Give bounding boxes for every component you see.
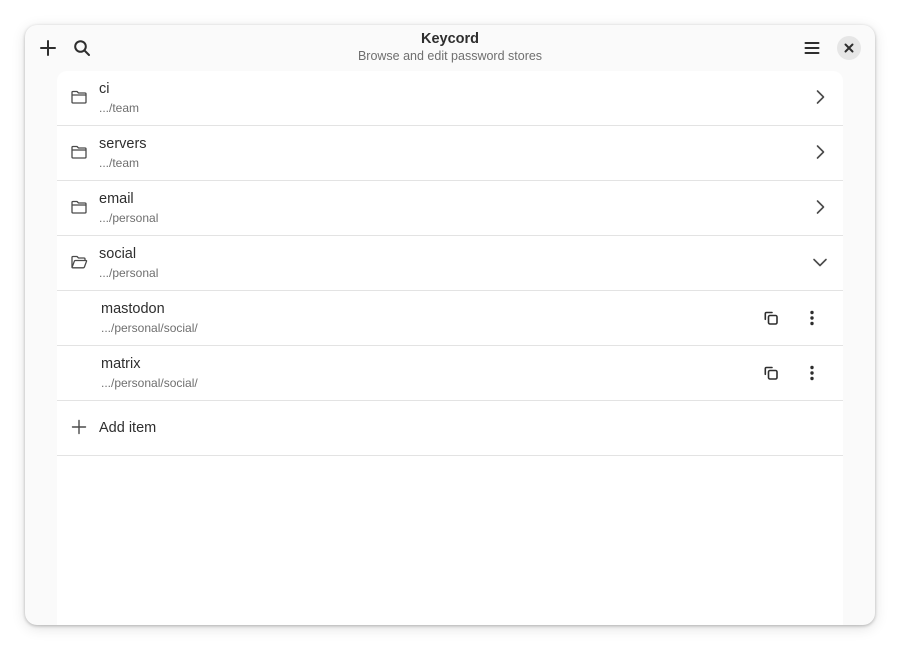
folder-label: servers	[99, 136, 147, 152]
folder-path: .../team	[99, 156, 140, 170]
title-block: Keycord Browse and edit password stores	[25, 31, 875, 64]
folder-icon	[71, 90, 87, 104]
folder-path: .../team	[99, 101, 140, 115]
app-window: Keycord Browse and edit password stores …	[25, 25, 875, 625]
header-bar: Keycord Browse and edit password stores	[25, 25, 875, 71]
folder-icon	[71, 145, 87, 159]
add-icon	[40, 40, 56, 56]
folder-label: ci	[99, 81, 110, 97]
folder-open-icon	[71, 255, 88, 269]
add-item-label: Add item	[99, 420, 157, 436]
item-path: .../personal/social/	[101, 376, 198, 390]
item-options-button[interactable]	[800, 361, 824, 385]
main-menu-button[interactable]	[798, 34, 826, 62]
search-icon	[74, 40, 90, 56]
copy-icon	[764, 366, 778, 380]
window-subtitle: Browse and edit password stores	[357, 49, 543, 63]
folder-row-social[interactable]: social .../personal	[57, 236, 843, 291]
item-label: matrix	[101, 356, 141, 372]
folder-label: social	[99, 246, 137, 262]
close-icon	[844, 43, 854, 53]
item-row-mastodon[interactable]: mastodon .../personal/social/	[57, 291, 843, 346]
folder-row-servers[interactable]: servers .../team	[57, 126, 843, 181]
menu-icon	[804, 42, 820, 54]
copy-password-button[interactable]	[759, 361, 783, 385]
folder-row-ci[interactable]: ci .../team	[57, 71, 843, 126]
add-item-row[interactable]: Add item	[57, 401, 843, 456]
chevron-right-icon	[816, 200, 825, 214]
password-store-list: ci .../team servers .../team email .../p…	[57, 71, 843, 625]
chevron-right-icon	[816, 90, 825, 104]
folder-row-email[interactable]: email .../personal	[57, 181, 843, 236]
add-icon	[71, 419, 87, 435]
search-button[interactable]	[68, 34, 96, 62]
item-options-button[interactable]	[800, 306, 824, 330]
window-title: Keycord	[420, 31, 480, 47]
folder-path: .../personal	[99, 211, 159, 225]
item-label: mastodon	[101, 301, 165, 317]
close-button[interactable]	[837, 36, 861, 60]
chevron-down-icon	[813, 258, 827, 267]
more-vertical-icon	[810, 310, 814, 326]
folder-label: email	[99, 191, 134, 207]
folder-path: .../personal	[99, 266, 159, 280]
more-vertical-icon	[810, 365, 814, 381]
copy-icon	[764, 311, 778, 325]
chevron-right-icon	[816, 145, 825, 159]
add-button[interactable]	[34, 34, 62, 62]
copy-password-button[interactable]	[759, 306, 783, 330]
item-row-matrix[interactable]: matrix .../personal/social/	[57, 346, 843, 401]
folder-icon	[71, 200, 87, 214]
item-path: .../personal/social/	[101, 321, 198, 335]
